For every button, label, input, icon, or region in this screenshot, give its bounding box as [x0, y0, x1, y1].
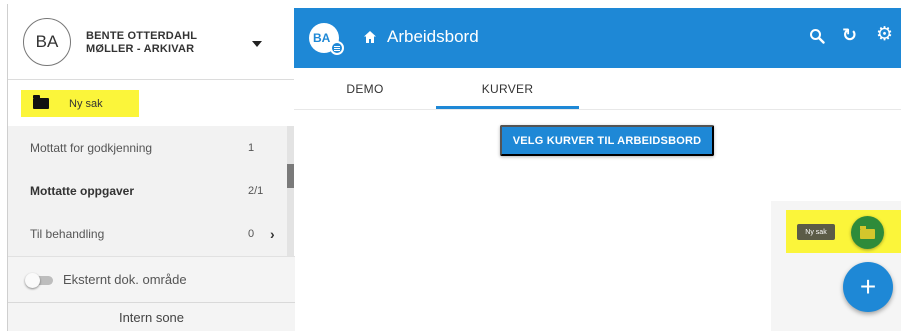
user-name-line2: MØLLER - ARKIVAR — [86, 43, 195, 55]
active-tab-indicator — [436, 106, 579, 109]
home-icon[interactable] — [363, 30, 377, 44]
page-title: Arbeidsbord — [387, 27, 479, 46]
logo-text: BA — [313, 31, 331, 45]
sidebar-item-til-behandling[interactable]: Til behandling 0 › — [8, 212, 295, 255]
refresh-icon[interactable]: ↻ — [842, 25, 857, 46]
user-name-line1: BENTE OTTERDAHL — [86, 30, 198, 42]
new-case-fab[interactable] — [851, 216, 884, 249]
sidebar-item-count: 1 — [248, 141, 255, 154]
zone-selector[interactable]: Intern sone — [8, 302, 295, 331]
user-profile[interactable]: BA BENTE OTTERDAHL MØLLER - ARKIVAR — [8, 4, 295, 80]
folder-icon — [33, 95, 49, 109]
external-area-row: Eksternt dok. område — [8, 256, 295, 302]
app-header: BA Arbeidsbord ↻ ⚙ — [294, 8, 901, 68]
scrollbar-thumb[interactable] — [287, 164, 294, 188]
search-icon[interactable] — [809, 28, 825, 44]
toggle-knob — [25, 272, 40, 288]
sidebar-item-count: 0 — [248, 227, 255, 240]
chevron-right-icon[interactable]: › — [270, 226, 275, 242]
sidebar-list: Mottatt for godkjenning 1 Mottatte oppga… — [8, 126, 295, 255]
toggle-label: Eksternt dok. område — [63, 272, 187, 287]
new-case-row: Ny sak — [8, 80, 295, 126]
gear-icon[interactable]: ⚙ — [876, 23, 893, 46]
new-case-label: Ny sak — [69, 97, 103, 110]
app: BA BENTE OTTERDAHL MØLLER - ARKIVAR Ny s… — [0, 0, 901, 331]
sidebar: BA BENTE OTTERDAHL MØLLER - ARKIVAR Ny s… — [7, 4, 295, 331]
sidebar-item-label: Mottatt for godkjenning — [30, 140, 153, 155]
sidebar-item-count: 2/1 — [248, 184, 264, 197]
user-name: BENTE OTTERDAHL MØLLER - ARKIVAR — [86, 30, 246, 56]
sidebar-item-label: Mottatte oppgaver — [30, 183, 135, 198]
avatar[interactable]: BA — [23, 18, 71, 66]
folder-icon — [860, 226, 875, 239]
add-fab[interactable]: + — [843, 262, 893, 312]
app-logo[interactable]: BA — [309, 23, 344, 55]
tab-kurver[interactable]: KURVER — [436, 68, 579, 110]
sidebar-item-mottatt-for-godkjenning[interactable]: Mottatt for godkjenning 1 — [8, 126, 295, 169]
tab-demo[interactable]: DEMO — [306, 68, 424, 110]
list-badge-icon — [330, 41, 344, 55]
sidebar-scrollbar[interactable] — [287, 126, 294, 256]
zone-label: Intern sone — [118, 309, 185, 325]
external-area-toggle[interactable] — [25, 272, 55, 288]
sidebar-item-label: Til behandling — [30, 226, 105, 241]
new-case-tooltip: Ny sak — [797, 224, 835, 240]
new-case-button[interactable]: Ny sak — [21, 90, 139, 117]
sidebar-item-mottatte-oppgaver[interactable]: Mottatte oppgaver 2/1 — [8, 169, 295, 212]
tab-bar: DEMO KURVER — [294, 68, 901, 110]
chevron-down-icon[interactable] — [252, 41, 262, 47]
select-charts-button[interactable]: VELG KURVER TIL ARBEIDSBORD — [500, 125, 714, 156]
